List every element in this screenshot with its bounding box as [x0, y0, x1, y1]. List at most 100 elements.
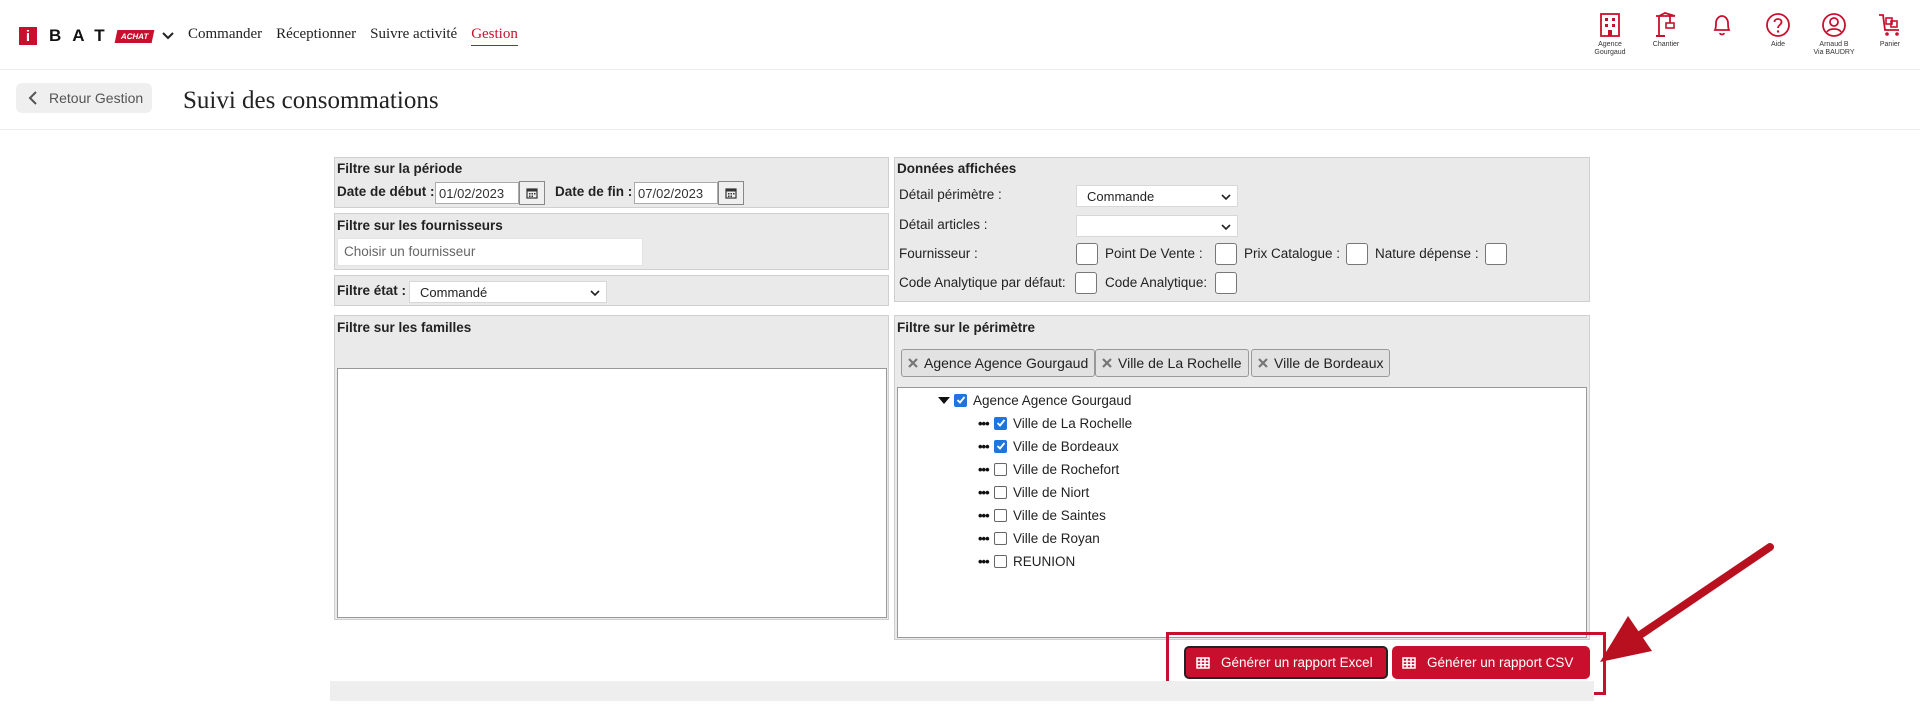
crane-icon [1656, 12, 1676, 37]
tree-checkbox[interactable] [994, 508, 1007, 522]
analytic-code-checkbox[interactable] [1215, 272, 1237, 294]
end-date-input[interactable]: 07/02/2023 [634, 182, 718, 204]
perimeter-filter-title: Filtre sur le périmètre [897, 320, 1036, 335]
suppliers-filter-panel: Filtre sur les fournisseurs Choisir un f… [334, 213, 889, 270]
articles-detail-select[interactable] [1076, 215, 1238, 237]
nav-receptionner[interactable]: Réceptionner [276, 26, 356, 46]
start-date-calendar-button[interactable] [519, 181, 545, 205]
chevron-down-icon[interactable] [161, 29, 175, 43]
sub-header: Retour Gestion Suivi des consommations [0, 70, 1920, 130]
supplier-option-checkbox[interactable] [1076, 243, 1098, 265]
catalog-price-checkbox[interactable] [1346, 243, 1368, 265]
tree-checkbox[interactable] [994, 462, 1007, 476]
tree-item-row[interactable]: ••• Ville de Saintes [978, 506, 1106, 524]
header-panier-label: Panier [1879, 41, 1901, 48]
families-list[interactable] [337, 368, 887, 618]
nav-suivre-activite[interactable]: Suivre activité [370, 26, 457, 46]
nav-commander[interactable]: Commander [188, 26, 262, 46]
default-analytic-code-checkbox[interactable] [1075, 272, 1097, 294]
tree-root-row[interactable]: Agence Agence Gourgaud [938, 391, 1131, 409]
expense-nature-checkbox[interactable] [1485, 243, 1507, 265]
period-filter-panel: Filtre sur la période Date de début : 01… [334, 157, 889, 208]
table-icon [1402, 656, 1416, 669]
top-header: i BAT ACHAT Commander Réceptionner Suivr… [0, 0, 1920, 70]
expand-triangle-icon[interactable] [938, 396, 950, 404]
user-icon [1822, 13, 1846, 37]
start-date-input[interactable]: 01/02/2023 [435, 182, 519, 204]
end-date-calendar-button[interactable] [718, 181, 744, 205]
table-icon [1196, 656, 1210, 669]
families-filter-panel: Filtre sur les familles [334, 315, 889, 620]
chevron-down-icon [1221, 194, 1231, 201]
tree-item-row[interactable]: ••• REUNION [978, 552, 1075, 570]
tree-checkbox[interactable] [994, 416, 1007, 430]
check-icon [956, 396, 965, 404]
perimeter-chip-label: Ville de La Rochelle [1118, 355, 1242, 371]
perimeter-detail-select[interactable]: Commande [1076, 185, 1238, 207]
suppliers-filter-title: Filtre sur les fournisseurs [337, 218, 503, 233]
tree-connector-dots: ••• [978, 438, 990, 454]
tree-checkbox[interactable] [994, 485, 1007, 499]
nav-gestion[interactable]: Gestion [471, 26, 518, 46]
tree-item-row[interactable]: ••• Ville de Rochefort [978, 460, 1119, 478]
default-analytic-code-label: Code Analytique par défaut: [899, 275, 1066, 290]
header-notifications[interactable] [1692, 12, 1752, 38]
supplier-option-label: Fournisseur : [899, 246, 978, 261]
tree-checkbox[interactable] [994, 531, 1007, 545]
main-nav: Commander Réceptionner Suivre activité G… [188, 26, 518, 46]
header-aide-label: Aide [1770, 41, 1785, 48]
tree-connector-dots: ••• [978, 461, 990, 477]
tree-checkbox[interactable] [994, 554, 1007, 568]
tree-item-label: Ville de La Rochelle [1013, 415, 1133, 431]
tree-item-label: Ville de Royan [1013, 530, 1100, 546]
generate-csv-label: Générer un rapport CSV [1427, 655, 1574, 670]
header-agence[interactable]: Agence Gourgaud [1580, 12, 1640, 57]
perimeter-chip[interactable]: Agence Agence Gourgaud [901, 349, 1096, 377]
help-icon [1766, 13, 1790, 37]
tree-connector-dots: ••• [978, 484, 990, 500]
calendar-icon [526, 188, 538, 199]
header-aide[interactable]: Aide [1748, 12, 1808, 49]
tree-item-label: Ville de Saintes [1013, 507, 1106, 523]
tree-item-label: REUNION [1013, 553, 1076, 569]
chevron-left-icon [28, 91, 37, 105]
tree-item-label: Ville de Bordeaux [1013, 438, 1119, 454]
tree-checkbox[interactable] [994, 439, 1007, 453]
tree-item-row[interactable]: ••• Ville de Niort [978, 483, 1089, 501]
supplier-search-input[interactable]: Choisir un fournisseur [337, 238, 643, 266]
tree-item-row[interactable]: ••• Ville de La Rochelle [978, 414, 1132, 432]
header-user[interactable]: Arnaud B Via BAUDRY [1804, 12, 1864, 57]
tree-connector-dots: ••• [978, 530, 990, 546]
header-icons: Agence Gourgaud Chantier Aide Arnaud B V… [1580, 12, 1920, 68]
close-icon[interactable] [908, 358, 918, 368]
period-filter-title: Filtre sur la période [337, 161, 463, 176]
tree-checkbox[interactable] [954, 393, 967, 407]
display-options-panel: Données affichées Détail périmètre : Com… [894, 157, 1590, 302]
back-button[interactable]: Retour Gestion [16, 83, 152, 113]
header-panier[interactable]: Panier [1860, 12, 1920, 49]
generate-excel-button[interactable]: Générer un rapport Excel [1184, 646, 1388, 679]
cart-icon [1879, 14, 1899, 36]
close-icon[interactable] [1258, 358, 1268, 368]
ibat-logo[interactable]: i BAT ACHAT [19, 26, 175, 46]
tree-item-row[interactable]: ••• Ville de Royan [978, 529, 1100, 547]
state-select[interactable]: Commandé [409, 281, 607, 303]
close-icon[interactable] [1102, 358, 1112, 368]
pos-option-label: Point De Vente : [1105, 246, 1203, 261]
building-icon [1600, 13, 1620, 37]
perimeter-chip[interactable]: Ville de Bordeaux [1251, 349, 1391, 377]
header-agence-label-2: Gourgaud [1594, 49, 1626, 56]
pos-option-checkbox[interactable] [1215, 243, 1237, 265]
header-chantier[interactable]: Chantier [1636, 12, 1696, 49]
tree-item-row[interactable]: ••• Ville de Bordeaux [978, 437, 1119, 455]
tree-connector-dots: ••• [978, 507, 990, 523]
tree-connector-dots: ••• [978, 415, 990, 431]
perimeter-chip[interactable]: Ville de La Rochelle [1095, 349, 1249, 377]
catalog-price-label: Prix Catalogue : [1244, 246, 1341, 261]
check-icon [996, 419, 1005, 427]
page-title: Suivi des consommations [183, 87, 439, 114]
header-agence-label-1: Agence [1598, 41, 1622, 48]
back-button-label: Retour Gestion [49, 90, 144, 106]
generate-csv-button[interactable]: Générer un rapport CSV [1392, 646, 1590, 679]
tree-connector-dots: ••• [978, 553, 990, 569]
